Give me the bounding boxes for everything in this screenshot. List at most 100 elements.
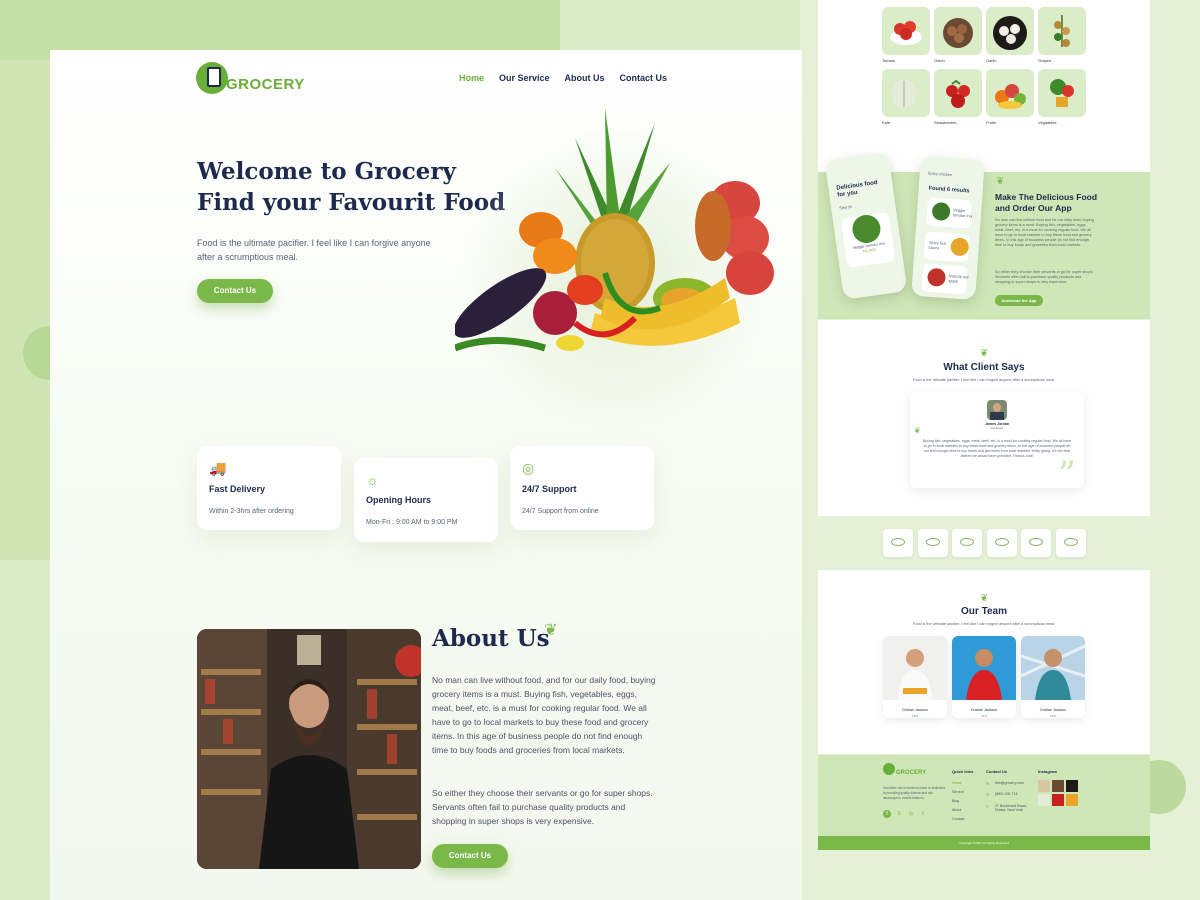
brand-logo[interactable] (883, 529, 913, 557)
instagram-icon[interactable]: ◎ (907, 810, 915, 818)
category-label: Vegitables (1038, 120, 1057, 125)
feature-title: 24/7 Support (522, 484, 577, 494)
phone-mockup-2: Spicy chicken Found 6 results Veggie tom… (911, 155, 985, 301)
team-member-role: CEO (980, 714, 988, 718)
sun-icon: ☼ (366, 472, 379, 488)
category-label: Garlic (986, 58, 997, 63)
about-paragraph-1: No man can live without food, and for ou… (432, 675, 656, 755)
instagram-thumb[interactable] (1066, 794, 1078, 806)
contact-phone[interactable]: (880) 100-716 (995, 792, 1018, 796)
leaf-icon: ❦ (980, 348, 989, 359)
category-label: Kale (882, 120, 891, 125)
feature-card-hours: ☼ Opening Hours Mon-Fri : 9:00 AM to 9:0… (354, 458, 498, 542)
social-links: f S ◎ t (883, 810, 927, 818)
nav-item-our-service[interactable]: Our Service (499, 73, 550, 83)
quote-icon: ” (1057, 455, 1076, 496)
phone-search: Search (838, 203, 853, 211)
logo[interactable]: GROCERY (196, 62, 305, 94)
category-strawberries[interactable] (934, 69, 982, 117)
category-kale[interactable] (882, 69, 930, 117)
footer-link[interactable]: Blog (952, 799, 959, 803)
instagram-thumb[interactable] (1038, 794, 1050, 806)
hero-description: Food is the ultimate pacifier. I feel li… (197, 238, 431, 262)
category-onion[interactable] (934, 7, 982, 55)
feature-title: Fast Delivery (209, 484, 266, 494)
phone-title: Found 6 results (928, 185, 970, 195)
category-fruits[interactable] (986, 69, 1034, 117)
category-vegitables[interactable] (1038, 69, 1086, 117)
team-member-card[interactable]: Cristian Jackson CEO (883, 636, 947, 718)
feature-card-delivery: 🚚 Fast Delivery Within 2-3hrs after orde… (197, 446, 341, 530)
category-garlic[interactable] (986, 7, 1034, 55)
phone-item: Spicy fish sauce (928, 239, 947, 251)
twitter-icon[interactable]: t (919, 810, 927, 818)
facebook-icon[interactable]: f (883, 810, 891, 818)
leaf-icon: ❦ (544, 622, 558, 639)
download-app-button[interactable]: Download the App (995, 295, 1043, 306)
footer-link[interactable]: About (952, 808, 961, 812)
team-title: Our Team (961, 606, 1007, 617)
footer-about: Incredible mix of America chefs is dedic… (883, 786, 946, 800)
brand-logo[interactable] (987, 529, 1017, 557)
category-label: Fruits (986, 120, 996, 125)
category-label: Onion (934, 58, 945, 63)
about-paragraph-2: So either they choose their servants or … (432, 788, 653, 826)
avatar (987, 400, 1007, 420)
testimonial-card: James Jordan Customer ❦ Buying fish, veg… (910, 392, 1084, 496)
nav-item-home[interactable]: Home (459, 73, 484, 83)
grocery-bag-icon (196, 62, 228, 94)
leaf-icon: ❦ (996, 176, 1005, 187)
contact-email[interactable]: info@grocery.com (995, 781, 1024, 785)
team-member-role: CEO (1049, 714, 1057, 718)
footer-link[interactable]: Contact (952, 817, 964, 821)
category-label: Strawberries (934, 120, 957, 125)
instagram-thumb[interactable] (1038, 780, 1050, 792)
instagram-thumb[interactable] (1052, 794, 1064, 806)
app-promo-paragraph-2: So either they choose their servants or … (995, 270, 1094, 284)
main-nav: Home Our Service About Us Contact Us (459, 73, 667, 83)
about-contact-button[interactable]: Contact Us (432, 844, 508, 868)
hero-contact-button[interactable]: Contact Us (197, 279, 273, 303)
brand-logo[interactable] (918, 529, 948, 557)
headset-icon: ◎ (522, 460, 535, 476)
app-promo-title: Make The Delicious Food and Order Our Ap… (995, 192, 1098, 213)
contact-address: 27 Boulevard Road, Dhaka, New York (995, 804, 1027, 812)
brand-logo[interactable] (1056, 529, 1086, 557)
instagram-gallery (1038, 780, 1078, 806)
feature-description: Within 2-3hrs after ordering (209, 508, 294, 515)
phone-item: Veggie tomato mix (952, 207, 973, 219)
feature-description: 24/7 Support from online (522, 508, 599, 515)
logo-text: GROCERY (226, 75, 305, 93)
hero-fruit-image (455, 108, 774, 352)
feature-title: Opening Hours (366, 495, 431, 505)
skype-icon[interactable]: S (895, 810, 903, 818)
footer-copyright-bar: Copyright ©2021 All Rights Reserved (818, 836, 1150, 850)
category-label: Grapes (1038, 58, 1052, 63)
team-member-name: Cristian Jackson (901, 708, 929, 712)
instagram-title: Instagram (1038, 769, 1058, 774)
nav-item-contact-us[interactable]: Contact Us (620, 73, 668, 83)
instagram-thumb[interactable] (1052, 780, 1064, 792)
location-icon: ⚲ (986, 804, 989, 809)
phone-icon: ✆ (986, 792, 990, 797)
team-member-name: Cristian Jackson (1039, 708, 1067, 712)
footer-link[interactable]: Home (952, 781, 962, 785)
feature-description: Mon-Fri : 9:00 AM to 9:00 PM (366, 519, 458, 526)
mail-icon: ✉ (986, 781, 990, 786)
category-tomato[interactable] (882, 7, 930, 55)
testimonial-title: What Client Says (943, 362, 1025, 373)
client-quote: Buying fish, vegetables, eggs, meat, bee… (922, 439, 1072, 458)
instagram-thumb[interactable] (1066, 780, 1078, 792)
brand-logo[interactable] (1021, 529, 1051, 557)
team-member-card[interactable]: Cristian Jackson CEO (1021, 636, 1085, 718)
nav-item-about-us[interactable]: About Us (565, 73, 605, 83)
grocery-bag-icon (883, 763, 895, 775)
category-grapes[interactable] (1038, 7, 1086, 55)
footer-link[interactable]: Service (952, 790, 964, 794)
leaf-icon: ❦ (980, 593, 989, 604)
footer-logo-text[interactable]: GROCERY (896, 770, 926, 776)
contact-title: Contact Us (986, 769, 1008, 774)
client-role: Customer (990, 426, 1004, 430)
team-member-card[interactable]: Cristian Jackson CEO (952, 636, 1016, 718)
brand-logo[interactable] (952, 529, 982, 557)
